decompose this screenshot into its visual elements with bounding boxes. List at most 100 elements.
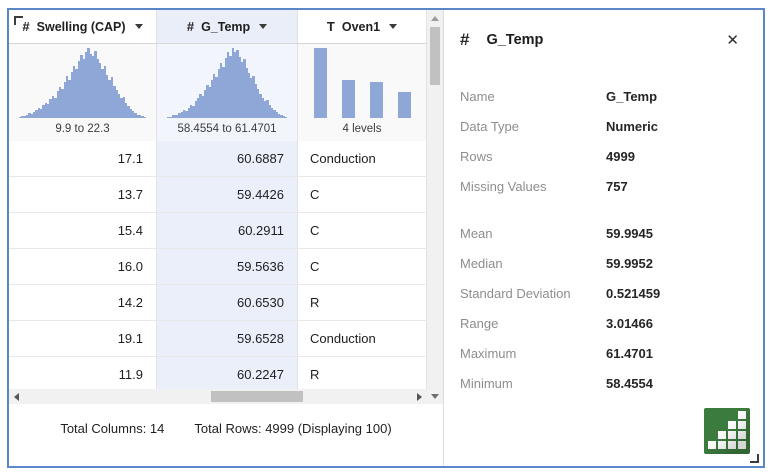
- numeric-type-icon: #: [460, 30, 470, 49]
- status-bar: Total Columns: 14 Total Rows: 4999 (Disp…: [9, 404, 443, 466]
- panel-field: Maximum 61.4701: [460, 338, 743, 368]
- spark-bar: [369, 81, 383, 118]
- total-rows-label: Total Rows: 4999 (Displaying 100): [194, 421, 392, 436]
- table-cell[interactable]: R: [298, 285, 427, 320]
- table-cell[interactable]: 19.1: [9, 321, 157, 356]
- table-cell[interactable]: 15.4: [9, 213, 157, 248]
- panel-field: Range 3.01466: [460, 308, 743, 338]
- text-type-icon: T: [326, 19, 335, 34]
- column-header-g-temp[interactable]: # G_Temp: [157, 10, 298, 43]
- table-cell[interactable]: 60.6887: [157, 141, 298, 176]
- table-row: 15.4 60.2911 C: [9, 213, 443, 249]
- table-cell[interactable]: 60.2911: [157, 213, 298, 248]
- table-cell[interactable]: 60.6530: [157, 285, 298, 320]
- column-label: Swelling (CAP): [36, 19, 126, 34]
- field-value: 3.01466: [606, 315, 653, 331]
- field-label: Data Type: [460, 118, 520, 134]
- table-row: 16.0 59.5636 C: [9, 249, 443, 285]
- field-value: 4999: [606, 148, 635, 164]
- histogram-chart-button[interactable]: [704, 408, 750, 454]
- horizontal-scrollbar-thumb[interactable]: [211, 391, 303, 402]
- dropdown-caret-icon[interactable]: [259, 24, 268, 29]
- table-row: 13.7 59.4426 C: [9, 177, 443, 213]
- stair-column: [718, 431, 726, 449]
- column-summary-row: 9.9 to 22.3 58.4554 to 61.4701 4 levels: [9, 44, 443, 141]
- panel-field: Rows 4999: [460, 141, 743, 171]
- data-table-widget: # Swelling (CAP) # G_Temp T Oven1 9.9 to 22.3…: [7, 8, 765, 468]
- panel-field: Median 59.9952: [460, 248, 743, 278]
- column-summary-swelling-cap[interactable]: 9.9 to 22.3: [9, 44, 157, 141]
- table-cell[interactable]: 59.5636: [157, 249, 298, 284]
- panel-field: Minimum 58.4554: [460, 368, 743, 398]
- table-cell[interactable]: C: [298, 213, 427, 248]
- panel-field: Mean 59.9945: [460, 218, 743, 248]
- column-summary-oven1[interactable]: 4 levels: [298, 44, 427, 141]
- table-cell[interactable]: 59.6528: [157, 321, 298, 356]
- field-label: Minimum: [460, 375, 513, 391]
- field-label: Median: [460, 255, 503, 271]
- table-cell[interactable]: 14.2: [9, 285, 157, 320]
- histogram-sparkline: [18, 48, 147, 118]
- field-value: 59.9945: [606, 225, 653, 241]
- dropdown-caret-icon[interactable]: [134, 24, 143, 29]
- panel-header: # G_Temp ✕: [460, 22, 743, 58]
- column-range-label: 4 levels: [342, 123, 382, 135]
- field-label: Maximum: [460, 345, 517, 361]
- field-value: 61.4701: [606, 345, 653, 361]
- table-cell[interactable]: 17.1: [9, 141, 157, 176]
- table-header-row: # Swelling (CAP) # G_Temp T Oven1: [9, 10, 443, 44]
- total-columns-label: Total Columns: 14: [60, 421, 165, 436]
- table-cell[interactable]: 11.9: [9, 357, 157, 389]
- column-header-oven1[interactable]: T Oven1: [298, 10, 427, 43]
- table-cell[interactable]: C: [298, 177, 427, 212]
- spark-bar: [397, 92, 411, 118]
- panel-field: Name G_Temp: [460, 81, 743, 111]
- field-value: 59.9952: [606, 255, 653, 271]
- horizontal-scrollbar[interactable]: [9, 389, 427, 404]
- table-cell[interactable]: C: [298, 249, 427, 284]
- table-cell[interactable]: 60.2247: [157, 357, 298, 389]
- close-icon[interactable]: ✕: [722, 30, 743, 51]
- scroll-down-icon[interactable]: [431, 394, 439, 399]
- column-label: Oven1: [341, 19, 381, 34]
- table-rows: 17.1 60.6887 Conduction 13.7 59.4426 C 15.4 60.…: [9, 141, 443, 389]
- stairs-bars-icon: [708, 411, 746, 449]
- table-cell[interactable]: 59.4426: [157, 177, 298, 212]
- panel-title: G_Temp: [486, 32, 544, 48]
- table-cell[interactable]: Conduction: [298, 321, 427, 356]
- bars-sparkline: [308, 48, 416, 118]
- column-details-panel: # G_Temp ✕ Name G_Temp Data Type Numeric Row…: [443, 10, 763, 466]
- column-label: G_Temp: [201, 19, 251, 34]
- table-row: 11.9 60.2247 R: [9, 357, 443, 389]
- scroll-up-icon[interactable]: [431, 16, 439, 21]
- vertical-scrollbar[interactable]: [427, 10, 443, 404]
- field-label: Name: [460, 88, 495, 104]
- numeric-type-icon: #: [186, 19, 195, 34]
- field-value: 757: [606, 178, 628, 194]
- field-value: Numeric: [606, 118, 659, 134]
- field-label: Missing Values: [460, 178, 547, 194]
- table-row: 19.1 59.6528 Conduction: [9, 321, 443, 357]
- scroll-left-icon[interactable]: [14, 393, 19, 401]
- vertical-scrollbar-thumb[interactable]: [430, 27, 440, 85]
- scroll-right-icon[interactable]: [417, 393, 422, 401]
- field-value: 58.4554: [606, 375, 653, 391]
- column-range-label: 58.4554 to 61.4701: [177, 123, 277, 135]
- column-header-swelling-cap[interactable]: # Swelling (CAP): [9, 10, 157, 43]
- table-cell[interactable]: 13.7: [9, 177, 157, 212]
- table-cell[interactable]: 16.0: [9, 249, 157, 284]
- resize-handle-bottom-right[interactable]: [750, 454, 759, 463]
- table-cell[interactable]: Conduction: [298, 141, 427, 176]
- stair-column: [728, 421, 736, 449]
- column-summary-g-temp[interactable]: 58.4554 to 61.4701: [157, 44, 298, 141]
- stair-column: [738, 411, 746, 449]
- resize-handle-top-left[interactable]: [14, 16, 23, 25]
- table-cell[interactable]: R: [298, 357, 427, 389]
- field-label: Rows: [460, 148, 493, 164]
- panel-field: Missing Values 757: [460, 171, 743, 201]
- spark-bar: [341, 79, 355, 118]
- field-label: Mean: [460, 225, 493, 241]
- dropdown-caret-icon[interactable]: [389, 24, 398, 29]
- histogram-sparkline: [166, 48, 288, 118]
- column-range-label: 9.9 to 22.3: [55, 123, 110, 135]
